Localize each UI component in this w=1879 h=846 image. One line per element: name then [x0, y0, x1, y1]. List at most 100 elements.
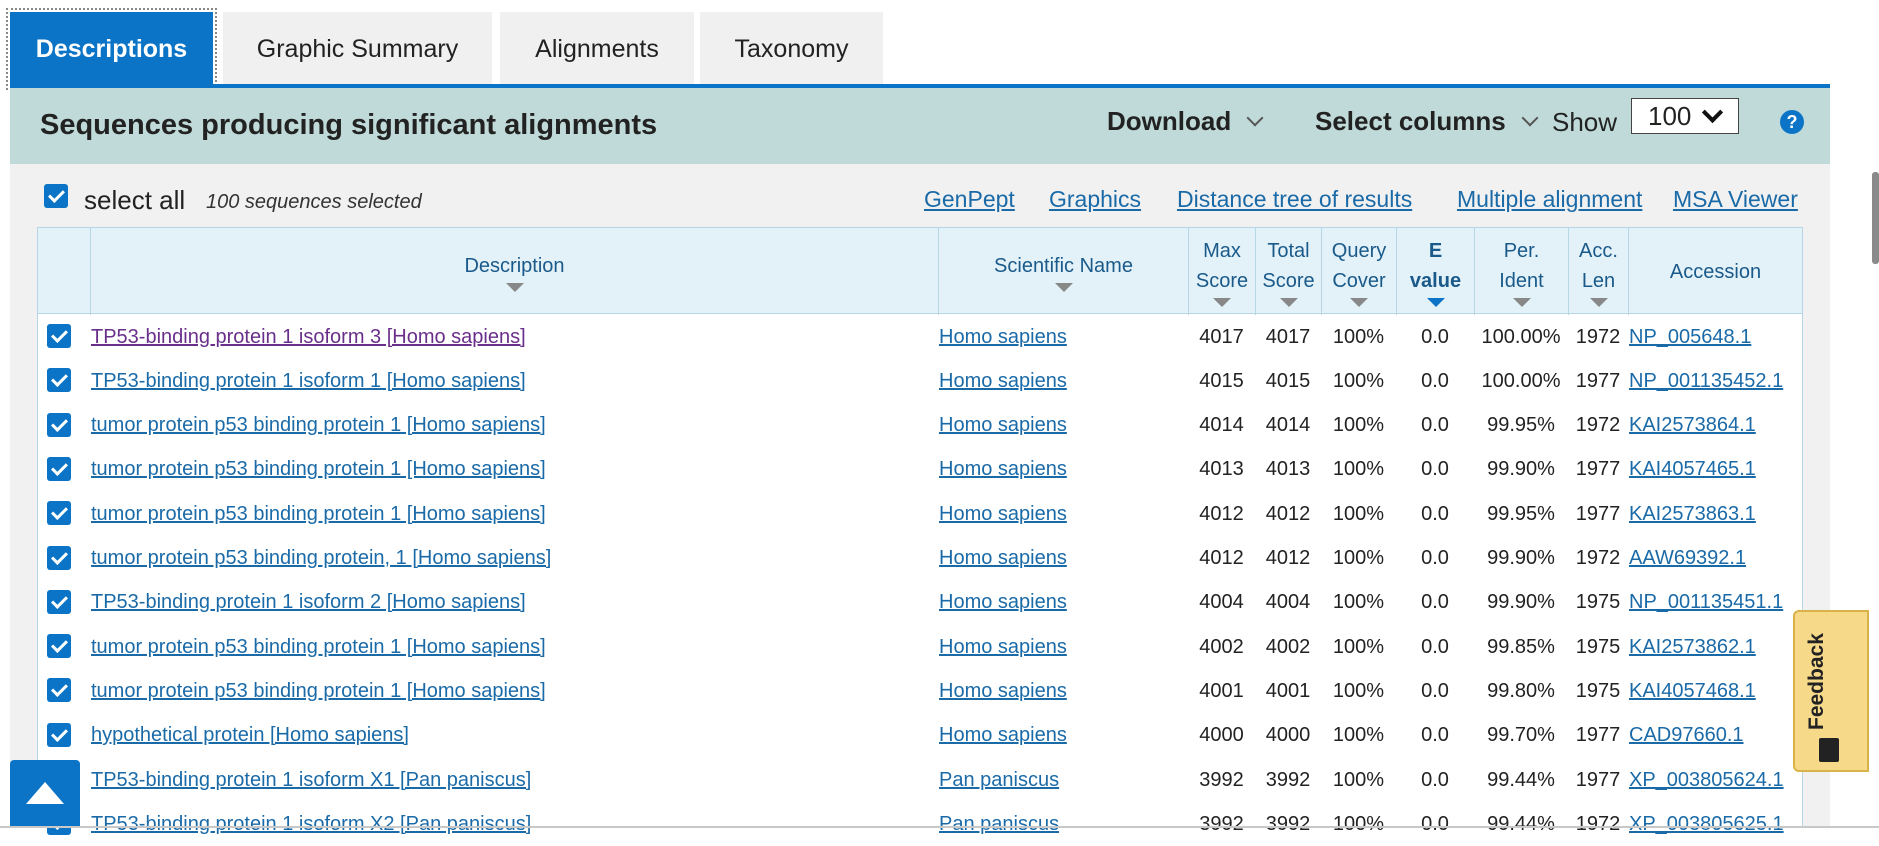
evalue-cell: 0.0: [1421, 547, 1449, 569]
accession-cell: XP_003805624.1: [1629, 758, 1803, 802]
row-checkbox[interactable]: [47, 722, 71, 747]
scientific-name-cell: Pan paniscus: [939, 802, 1189, 846]
query-cover-cell: 100%: [1332, 502, 1385, 525]
page-title: Sequences producing significant alignmen…: [40, 109, 658, 141]
sort-arrow-icon: [1054, 283, 1073, 292]
multiple-alignment-link[interactable]: Multiple alignment: [1457, 186, 1642, 213]
genpept-link[interactable]: GenPept: [924, 186, 1015, 213]
column-header-description[interactable]: Description: [90, 228, 938, 315]
accession-link[interactable]: NP_001135451.1: [1629, 591, 1783, 614]
description-link[interactable]: tumor protein p53 binding protein 1 [Hom…: [91, 414, 546, 437]
accession-link[interactable]: KAI4057465.1: [1629, 458, 1756, 481]
tab-graphic-summary[interactable]: Graphic Summary: [223, 12, 492, 86]
column-header-total-score[interactable]: Total Score: [1255, 228, 1321, 315]
download-menu[interactable]: Download: [1107, 106, 1264, 137]
scientific-name-link[interactable]: Homo sapiens: [939, 724, 1067, 747]
column-header-scientific-name[interactable]: Scientific Name: [938, 228, 1188, 315]
accession-link[interactable]: XP_003805625.1: [1629, 813, 1784, 836]
description-link[interactable]: TP53-binding protein 1 isoform 3 [Homo s…: [91, 326, 526, 349]
scientific-name-link[interactable]: Homo sapiens: [939, 370, 1067, 393]
column-header-query-cover[interactable]: Query Cover: [1321, 228, 1396, 315]
accession-link[interactable]: KAI2573863.1: [1629, 503, 1756, 526]
show-count-select[interactable]: 100: [1631, 98, 1739, 134]
column-header-max-score[interactable]: Max Score: [1188, 228, 1255, 315]
scientific-name-link[interactable]: Homo sapiens: [939, 636, 1067, 659]
row-checkbox[interactable]: [47, 412, 71, 437]
column-header-accession[interactable]: Accession: [1628, 228, 1802, 315]
column-header-label: Acc.: [1579, 240, 1618, 262]
acc-len-cell: 1972: [1575, 325, 1621, 348]
row-checkbox[interactable]: [47, 456, 71, 481]
accession-cell: KAI2573862.1: [1629, 625, 1803, 669]
description-link[interactable]: TP53-binding protein 1 isoform 1 [Homo s…: [91, 370, 526, 393]
distance-tree-link[interactable]: Distance tree of results: [1177, 186, 1412, 213]
help-icon[interactable]: ?: [1780, 110, 1804, 134]
scientific-name-cell: Homo sapiens: [939, 448, 1189, 492]
row-checkbox[interactable]: [47, 501, 71, 526]
tab-taxonomy[interactable]: Taxonomy: [700, 12, 883, 86]
accession-cell: KAI4057465.1: [1629, 448, 1803, 492]
acc-len-cell: 1975: [1575, 679, 1621, 702]
row-checkbox[interactable]: [47, 545, 71, 570]
description-link[interactable]: tumor protein p53 binding protein 1 [Hom…: [91, 636, 546, 659]
select-columns-menu[interactable]: Select columns: [1315, 106, 1539, 137]
per-ident-cell: 99.70%: [1487, 724, 1555, 747]
row-checkbox[interactable]: [47, 324, 71, 348]
accession-link[interactable]: NP_001135452.1: [1629, 370, 1783, 393]
accession-link[interactable]: KAI2573862.1: [1629, 636, 1756, 659]
scientific-name-link[interactable]: Homo sapiens: [939, 547, 1067, 570]
column-header-per-ident[interactable]: Per. Ident: [1474, 228, 1568, 315]
scrollbar[interactable]: [1872, 172, 1879, 264]
acc-len-cell: 1972: [1575, 414, 1621, 437]
scientific-name-link[interactable]: Homo sapiens: [939, 414, 1067, 437]
evalue-cell: 0.0: [1421, 369, 1449, 392]
feedback-button[interactable]: Feedback: [1793, 610, 1869, 772]
scientific-name-link[interactable]: Homo sapiens: [939, 326, 1067, 349]
query-cover-cell: 100%: [1332, 369, 1385, 392]
graphics-link[interactable]: Graphics: [1049, 186, 1141, 213]
column-header-label: Cover: [1332, 270, 1386, 292]
description-link[interactable]: hypothetical protein [Homo sapiens]: [91, 724, 409, 747]
total-score-cell: 4002: [1265, 635, 1311, 658]
scientific-name-link[interactable]: Homo sapiens: [939, 458, 1067, 481]
description-link[interactable]: TP53-binding protein 1 isoform X1 [Pan p…: [91, 769, 531, 792]
row-checkbox[interactable]: [47, 368, 71, 393]
scroll-to-top-button[interactable]: [10, 760, 80, 828]
description-link[interactable]: tumor protein p53 binding protein 1 [Hom…: [91, 458, 546, 481]
per-ident-cell: 99.44%: [1487, 768, 1555, 791]
row-checkbox[interactable]: [47, 589, 71, 614]
accession-link[interactable]: XP_003805624.1: [1629, 769, 1784, 792]
table-row: tumor protein p53 binding protein 1 [Hom…: [38, 669, 1802, 713]
evalue-cell: 0.0: [1421, 812, 1449, 835]
scientific-name-link[interactable]: Pan paniscus: [939, 813, 1059, 836]
scientific-name-link[interactable]: Homo sapiens: [939, 591, 1067, 614]
accession-link[interactable]: KAI2573864.1: [1629, 414, 1756, 437]
description-link[interactable]: tumor protein p53 binding protein, 1 [Ho…: [91, 547, 551, 570]
results-header: Sequences producing significant alignmen…: [10, 88, 1830, 164]
msa-viewer-link[interactable]: MSA Viewer: [1673, 186, 1798, 213]
total-score-cell: 4012: [1265, 547, 1311, 569]
column-header-evalue[interactable]: E value: [1396, 228, 1474, 315]
acc-len-cell: 1975: [1575, 635, 1621, 658]
column-header-acc-len[interactable]: Acc. Len: [1568, 228, 1628, 315]
accession-link[interactable]: AAW69392.1: [1629, 547, 1746, 570]
accession-link[interactable]: NP_005648.1: [1629, 326, 1751, 349]
scientific-name-link[interactable]: Homo sapiens: [939, 503, 1067, 526]
query-cover-cell: 100%: [1332, 812, 1385, 835]
accession-link[interactable]: CAD97660.1: [1629, 724, 1744, 747]
scientific-name-link[interactable]: Pan paniscus: [939, 769, 1059, 792]
description-link[interactable]: tumor protein p53 binding protein 1 [Hom…: [91, 503, 546, 526]
description-link[interactable]: TP53-binding protein 1 isoform X2 [Pan p…: [91, 813, 531, 836]
description-link[interactable]: tumor protein p53 binding protein 1 [Hom…: [91, 680, 546, 703]
accession-link[interactable]: KAI4057468.1: [1629, 680, 1756, 703]
tab-alignments[interactable]: Alignments: [500, 12, 694, 86]
table-row: TP53-binding protein 1 isoform X2 [Pan p…: [38, 802, 1802, 846]
tab-descriptions[interactable]: Descriptions: [6, 8, 217, 90]
query-cover-cell: 100%: [1332, 414, 1385, 437]
description-link[interactable]: TP53-binding protein 1 isoform 2 [Homo s…: [91, 591, 526, 614]
row-checkbox[interactable]: [47, 678, 71, 703]
scientific-name-link[interactable]: Homo sapiens: [939, 680, 1067, 703]
select-columns-label: Select columns: [1315, 106, 1506, 136]
select-all-checkbox[interactable]: [44, 184, 68, 208]
row-checkbox[interactable]: [47, 634, 71, 659]
